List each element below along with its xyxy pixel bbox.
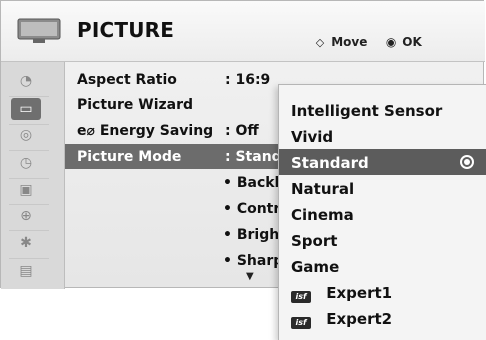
isf-badge-icon: isf (291, 317, 311, 329)
sidebar-divider (9, 230, 49, 231)
option-label: Vivid (291, 128, 334, 146)
option-label: Game (291, 258, 340, 276)
category-sidebar: ◔ ▭ ◎ ◷ ▣ ⊕ ✱ ▤ (1, 62, 65, 289)
sidebar-divider (9, 96, 49, 97)
option-intelligent-sensor[interactable]: Intelligent Sensor (279, 97, 486, 123)
option-natural[interactable]: Natural (279, 175, 486, 201)
scroll-down-icon[interactable]: ▼ (246, 271, 254, 282)
speaker-icon[interactable]: ◎ (11, 124, 41, 146)
clock-icon[interactable]: ◷ (11, 152, 41, 174)
sidebar-divider (9, 258, 49, 259)
usb-icon[interactable]: ✱ (11, 232, 41, 254)
row-label: Energy Saving (99, 123, 214, 139)
row-value: : 16:9 (225, 72, 271, 88)
option-label: Intelligent Sensor (291, 102, 443, 120)
page-title: PICTURE (77, 18, 175, 42)
option-label: Standard (291, 154, 369, 172)
tv-screen-icon[interactable]: ▭ (11, 98, 41, 120)
option-label: Sport (291, 232, 338, 250)
move-arrows-icon: ◇ (315, 36, 325, 49)
option-vivid[interactable]: Vivid (279, 123, 486, 149)
option-label: Natural (291, 180, 355, 198)
isf-badge-icon: isf (291, 291, 311, 303)
satellite-dish-icon[interactable]: ◔ (11, 70, 41, 92)
option-label: Expert1 (326, 284, 393, 302)
row-label: Aspect Ratio (77, 72, 177, 88)
row-value: : Off (225, 123, 259, 139)
lock-icon[interactable]: ⊕ (11, 205, 41, 227)
row-label-group: e⌀ Energy Saving (77, 123, 213, 139)
tv-icon (17, 18, 61, 43)
option-label: Cinema (291, 206, 354, 224)
option-label: Expert2 (326, 310, 393, 328)
option-label-group: isf Expert2 (291, 310, 392, 329)
briefcase-icon[interactable]: ▣ (11, 179, 41, 201)
move-label: Move (331, 35, 368, 49)
ok-button-icon: ◉ (385, 35, 397, 49)
option-label-group: isf Expert1 (291, 284, 392, 303)
clapperboard-icon[interactable]: ▤ (11, 260, 41, 282)
energy-saving-icon: e⌀ (77, 123, 95, 139)
menu-header: PICTURE ◇ Move ◉ OK (1, 1, 485, 62)
option-game[interactable]: Game (279, 253, 486, 279)
row-label: Picture Mode (77, 149, 182, 165)
option-cinema[interactable]: Cinema (279, 201, 486, 227)
picture-mode-dropdown: Intelligent Sensor Vivid Standard Natura… (278, 84, 486, 340)
option-expert2[interactable]: isf Expert2 (279, 305, 486, 331)
row-label: Picture Wizard (77, 97, 194, 113)
option-sport[interactable]: Sport (279, 227, 486, 253)
sidebar-divider (9, 150, 49, 151)
navigation-hint: ◇ Move ◉ OK (313, 35, 422, 49)
selected-radio-icon (460, 155, 474, 169)
option-standard[interactable]: Standard (279, 149, 486, 175)
ok-label: OK (402, 35, 422, 49)
option-expert1[interactable]: isf Expert1 (279, 279, 486, 305)
